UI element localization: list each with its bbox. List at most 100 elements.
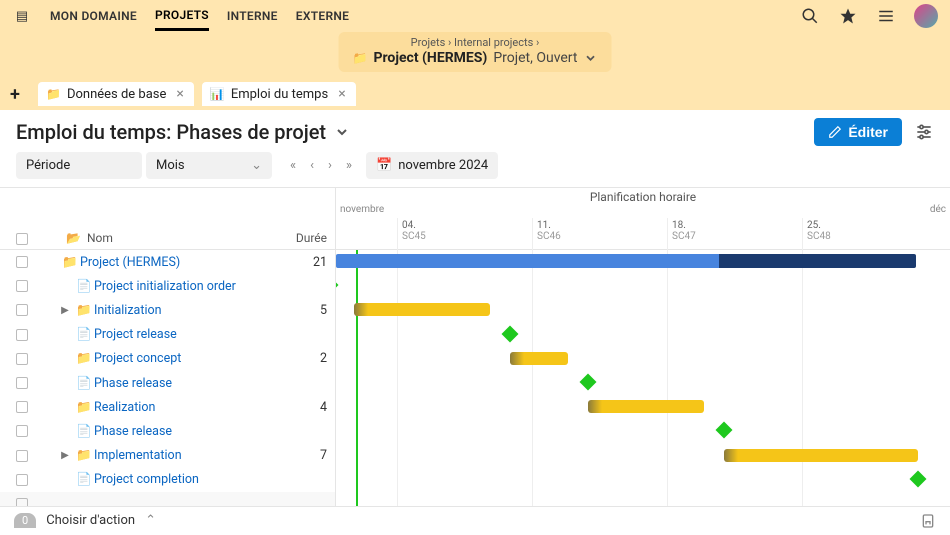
selection-count-badge: 0	[14, 513, 36, 528]
row-checkbox[interactable]	[16, 304, 28, 316]
star-icon[interactable]	[838, 6, 858, 26]
row-checkbox[interactable]	[16, 377, 28, 389]
next-button[interactable]: ›	[328, 158, 332, 173]
expand-toggle[interactable]: ▶	[58, 450, 72, 461]
top-banner: ▤ MON DOMAINE PROJETS INTERNE EXTERNE Pr…	[0, 0, 950, 78]
milestone-diamond[interactable]	[580, 373, 597, 390]
edit-button[interactable]: Éditer	[814, 118, 902, 146]
row-checkbox[interactable]	[16, 329, 28, 341]
row-name-link[interactable]: Project initialization order	[94, 279, 236, 294]
breadcrumb[interactable]: Projets › Internal projects › 📁 Project …	[339, 32, 612, 72]
row-duration: 7	[287, 448, 335, 463]
chevron-up-icon[interactable]: ⌃	[145, 513, 156, 528]
scale-label: Mois	[156, 158, 185, 173]
menu-icon[interactable]	[876, 6, 896, 26]
gantt-bar[interactable]	[588, 400, 704, 413]
gantt-bar[interactable]	[354, 303, 490, 316]
table-row[interactable]: 📄 Project initialization order	[0, 274, 335, 298]
app-logo-icon: ▤	[12, 6, 32, 26]
milestone-icon: 📄	[76, 279, 90, 294]
gantt-rows: 📁Project (HERMES)21 📄 Project initializati…	[0, 250, 335, 516]
gantt-left-pane: 📂 Nom Durée 📁Project (HERMES)21📄Project …	[0, 188, 336, 534]
milestone-diamond[interactable]	[910, 470, 927, 487]
chevron-down-icon: ⌄	[251, 158, 262, 173]
row-checkbox[interactable]	[16, 474, 28, 486]
folder-icon: 📁	[76, 448, 90, 463]
chevron-down-icon[interactable]	[583, 51, 597, 65]
row-name-link[interactable]: Initialization	[94, 303, 162, 318]
gantt-bars	[336, 250, 950, 492]
row-checkbox[interactable]	[16, 450, 28, 462]
folder-icon: 📁	[76, 351, 90, 366]
bar-row	[336, 419, 950, 443]
bar-row	[336, 371, 950, 395]
row-name-link[interactable]: Realization	[94, 400, 155, 415]
milestone-diamond[interactable]	[716, 422, 733, 439]
breadcrumb-title: Project (HERMES)	[373, 50, 487, 66]
row-name-link[interactable]: Project concept	[94, 351, 181, 366]
settings-icon[interactable]	[914, 122, 934, 142]
add-tab-button[interactable]: +	[10, 84, 30, 105]
nav-item-externe[interactable]: EXTERNE	[296, 3, 350, 29]
period-label: Période	[26, 158, 70, 173]
close-icon[interactable]: ×	[176, 86, 183, 102]
row-name-link[interactable]: Project release	[94, 327, 177, 342]
first-page-button[interactable]: «	[290, 158, 296, 173]
table-row[interactable]: ▶ 📁 Implementation 7	[0, 444, 335, 468]
select-all-checkbox[interactable]	[16, 233, 28, 245]
export-icon[interactable]	[920, 513, 936, 529]
table-row[interactable]: 📁Realization4	[0, 395, 335, 419]
nav-item-projets[interactable]: PROJETS	[155, 2, 209, 31]
month-label-left: novembre	[340, 204, 384, 215]
milestone-diamond[interactable]	[502, 325, 519, 342]
bar-row	[336, 298, 950, 322]
table-row[interactable]: 📄Phase release	[0, 419, 335, 443]
period-select[interactable]: Période	[16, 152, 142, 179]
table-row[interactable]: ▶📁Initialization5	[0, 298, 335, 322]
gantt-bar[interactable]	[724, 449, 918, 462]
bar-row	[336, 323, 950, 347]
row-checkbox[interactable]	[16, 425, 28, 437]
table-row[interactable]: 📁Project (HERMES)21	[0, 250, 335, 274]
avatar[interactable]	[914, 4, 938, 28]
calendar-icon: 📅	[376, 158, 392, 173]
nav-item-domaine[interactable]: MON DOMAINE	[50, 3, 137, 29]
search-icon[interactable]	[800, 6, 820, 26]
row-name-link[interactable]: Project completion	[94, 472, 199, 487]
nav-item-interne[interactable]: INTERNE	[227, 3, 278, 29]
bar-row	[336, 395, 950, 419]
week-cell: 11.SC46	[532, 218, 565, 250]
table-row[interactable]: 📄Phase release	[0, 371, 335, 395]
time-header: novembre déc 04.SC4511.SC4618.SC4725.SC4…	[336, 204, 950, 250]
last-page-button[interactable]: »	[346, 158, 352, 173]
row-checkbox[interactable]	[16, 256, 28, 268]
row-name-link[interactable]: Phase release	[94, 424, 172, 439]
gantt-bar[interactable]	[336, 254, 916, 268]
tab-donnees[interactable]: 📁 Données de base ×	[38, 82, 194, 106]
name-column-header: Nom	[87, 231, 113, 245]
row-name-link[interactable]: Project (HERMES)	[80, 255, 180, 270]
tab-emploi[interactable]: 📊 Emploi du temps ×	[202, 82, 356, 106]
row-checkbox[interactable]	[16, 280, 28, 292]
row-name-link[interactable]: Implementation	[94, 448, 182, 463]
prev-button[interactable]: ‹	[310, 158, 314, 173]
expand-toggle[interactable]: ▶	[58, 305, 72, 316]
folder-icon: 📁	[76, 400, 90, 415]
choose-action-button[interactable]: Choisir d'action	[46, 513, 135, 528]
chevron-down-icon[interactable]	[334, 124, 350, 140]
close-icon[interactable]: ×	[338, 86, 345, 102]
date-picker[interactable]: 📅 novembre 2024	[366, 152, 498, 179]
scale-select[interactable]: Mois ⌄	[146, 152, 272, 179]
table-row[interactable]: 📄Project release	[0, 323, 335, 347]
row-checkbox[interactable]	[16, 353, 28, 365]
row-duration: 5	[287, 303, 335, 318]
bottom-bar: 0 Choisir d'action ⌃	[0, 506, 950, 534]
bar-row	[336, 250, 950, 274]
breadcrumb-status: Projet, Ouvert	[493, 50, 577, 66]
row-name-link[interactable]: Phase release	[94, 376, 172, 391]
gantt-bar[interactable]	[510, 352, 568, 365]
row-checkbox[interactable]	[16, 401, 28, 413]
table-row[interactable]: 📄Project completion	[0, 468, 335, 492]
milestone-diamond[interactable]	[336, 277, 338, 294]
table-row[interactable]: 📁Project concept2	[0, 347, 335, 371]
